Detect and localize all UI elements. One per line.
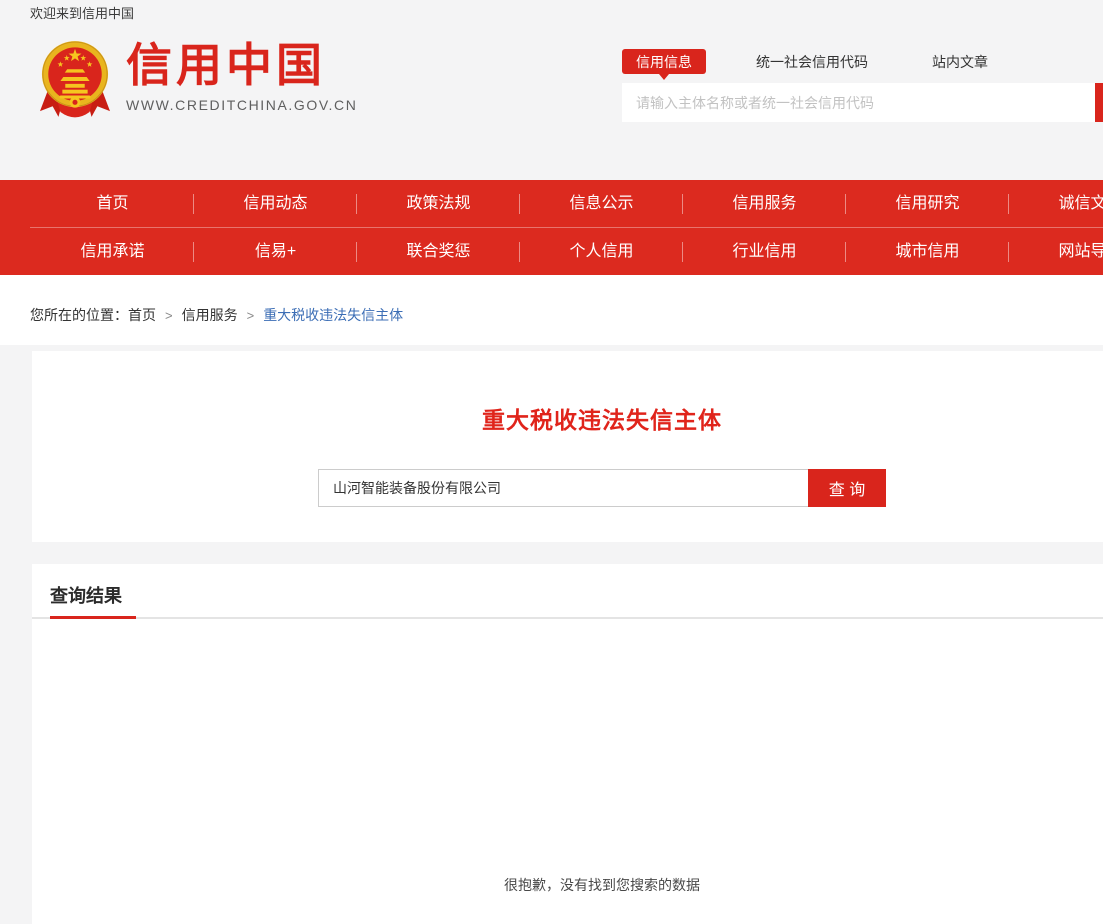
results-section: 查询结果 很抱歉，没有找到您搜索的数据: [32, 564, 1103, 924]
results-head: 查询结果: [32, 564, 1103, 619]
nav-item[interactable]: 个人信用: [520, 228, 683, 275]
welcome-text: 欢迎来到信用中国: [30, 3, 134, 22]
breadcrumb-separator: >: [247, 308, 255, 323]
empty-result-message: 很抱歉，没有找到您搜索的数据: [32, 875, 1103, 895]
search-tab-active[interactable]: 信用信息: [622, 49, 706, 74]
nav-item[interactable]: 联合奖惩: [357, 228, 520, 275]
search-section: 重大税收违法失信主体 查 询: [32, 351, 1103, 542]
page: 欢迎来到信用中国: [0, 0, 1103, 924]
nav-item[interactable]: 行业信用: [683, 228, 846, 275]
nav-item[interactable]: 城市信用: [846, 228, 1009, 275]
breadcrumb: 您所在的位置： 首页 > 信用服务 > 重大税收违法失信主体: [0, 275, 1103, 345]
search-tab[interactable]: 统一社会信用代码: [756, 52, 868, 72]
nav-item[interactable]: 首页: [31, 180, 194, 227]
national-emblem-icon: [40, 38, 110, 120]
nav-item[interactable]: 信易+: [194, 228, 357, 275]
nav-item[interactable]: 诚信文化: [1009, 180, 1103, 227]
site-name: 信用中国: [126, 42, 357, 88]
header-search-button[interactable]: [1095, 83, 1103, 122]
nav-item[interactable]: 政策法规: [357, 180, 520, 227]
header-search-row: [622, 83, 1103, 122]
nav-item[interactable]: 信用承诺: [31, 228, 194, 275]
header: 欢迎来到信用中国: [0, 0, 1103, 180]
site-logo[interactable]: 信用中国 WWW.CREDITCHINA.GOV.CN: [40, 38, 357, 120]
breadcrumb-link[interactable]: 信用服务: [182, 305, 238, 325]
search-tab[interactable]: 站内文章: [932, 52, 988, 72]
header-search-input[interactable]: [622, 83, 1095, 122]
nav-row-1: 首页信用动态政策法规信息公示信用服务信用研究诚信文化: [0, 180, 1103, 227]
site-url: WWW.CREDITCHINA.GOV.CN: [126, 97, 357, 113]
nav-item[interactable]: 信用服务: [683, 180, 846, 227]
brand-block: 信用中国 WWW.CREDITCHINA.GOV.CN: [126, 38, 357, 113]
breadcrumb-items: 首页 > 信用服务 > 重大税收违法失信主体: [128, 305, 403, 325]
page-title: 重大税收违法失信主体: [32, 351, 1103, 435]
header-search-tabs: 信用信息 统一社会信用代码 站内文章: [622, 49, 1103, 74]
nav-item[interactable]: 信用研究: [846, 180, 1009, 227]
nav-item[interactable]: 信用动态: [194, 180, 357, 227]
nav-item[interactable]: 网站导航: [1009, 228, 1103, 275]
breadcrumb-link[interactable]: 首页: [128, 305, 156, 325]
nav-item[interactable]: 信息公示: [520, 180, 683, 227]
results-heading: 查询结果: [50, 582, 136, 619]
breadcrumb-prefix: 您所在的位置：: [30, 305, 128, 325]
breadcrumb-separator: >: [165, 308, 173, 323]
query-button[interactable]: 查 询: [808, 469, 886, 507]
query-row: 查 询: [318, 469, 886, 507]
breadcrumb-link[interactable]: 重大税收违法失信主体: [263, 305, 403, 325]
main-nav: 首页信用动态政策法规信息公示信用服务信用研究诚信文化 信用承诺信易+联合奖惩个人…: [0, 180, 1103, 275]
nav-row-2: 信用承诺信易+联合奖惩个人信用行业信用城市信用网站导航: [0, 228, 1103, 275]
header-search-widget: 信用信息 统一社会信用代码 站内文章: [622, 49, 1103, 122]
company-search-input[interactable]: [318, 469, 808, 507]
